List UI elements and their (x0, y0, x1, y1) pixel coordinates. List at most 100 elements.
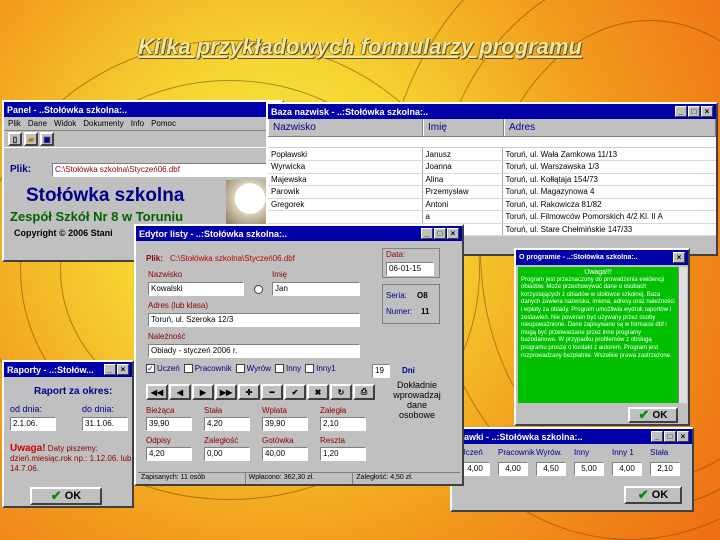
radio-button[interactable] (254, 285, 263, 294)
name-field[interactable]: Jan (272, 282, 360, 296)
column-surname[interactable]: Nazwisko (268, 119, 423, 136)
to-label: do dnia: (82, 404, 115, 414)
cell-address: Toruń, ul. Kołłątaja 154/73 (502, 173, 716, 186)
nav-button-2[interactable]: ▶ (192, 384, 214, 400)
check-icon: ✔ (638, 407, 650, 422)
reports-ok-button[interactable]: ✔ OK (30, 487, 102, 505)
table-row[interactable]: Majewska Alina Toruń, ul. Kołłątaja 154/73 (268, 173, 716, 186)
table-row[interactable]: Parowik Przemysław Toruń, ul. Magazynowa 4 (268, 185, 716, 199)
to-date-field[interactable]: 31.1.06. (82, 417, 128, 431)
table-row[interactable]: Popławski Janusz Toruń, ul. Wała Zamkowa 1… (268, 148, 716, 161)
file-label: Plik: (10, 164, 32, 175)
checkbox-box[interactable] (274, 364, 284, 373)
amount-field[interactable]: 1,20 (320, 447, 366, 461)
new-file-icon[interactable]: ▯ (8, 132, 22, 146)
from-date-field[interactable]: 2.1.06. (10, 417, 56, 431)
report-heading: Raport za okres: (34, 386, 113, 397)
close-icon[interactable]: × (701, 106, 713, 117)
nav-button-7[interactable]: ✖ (307, 384, 329, 400)
cell-surname: Popławski (268, 148, 423, 161)
menu-pomoc[interactable]: Pomoc (151, 119, 176, 128)
surname-field[interactable]: Kowalski (148, 282, 244, 296)
checkbox-2[interactable]: Wyrów (235, 364, 271, 373)
rate-label: Pracownik (498, 448, 535, 457)
checkbox-4[interactable]: Inny1 (305, 364, 336, 373)
rates-ok-button[interactable]: ✔ OK (624, 486, 682, 504)
menu-info[interactable]: Info (131, 119, 144, 128)
checkbox-box[interactable]: ✓ (146, 364, 155, 373)
table-row[interactable]: a Toruń, ul. Filmowców Pomorskich 4/2 Kl.… (268, 210, 716, 224)
checkbox-box[interactable] (235, 364, 245, 373)
about-ok-button[interactable]: ✔ OK (628, 407, 678, 423)
due-field[interactable]: Obiady - styczeń 2006 r. (148, 344, 360, 358)
amount-field[interactable]: 40,00 (262, 447, 308, 461)
checkbox-0[interactable]: ✓ Uczeń (146, 364, 180, 373)
minimize-icon[interactable]: _ (421, 228, 433, 239)
file-path-field[interactable]: C:\Stołówka szkolna\Styczeń06.dbf (52, 163, 274, 177)
title-bar: O programie - ..:Stołówka szkolna:.. × (516, 250, 688, 265)
nav-button-5[interactable]: ━ (261, 384, 283, 400)
checkbox-1[interactable]: Pracownik (183, 364, 232, 373)
slide-title: Kilka przykładowych formularzy programu (138, 34, 582, 59)
save-icon[interactable]: ▣ (40, 132, 54, 146)
checkbox-box[interactable] (305, 364, 315, 373)
date-field[interactable]: 06-01-15 (386, 262, 434, 276)
copyright: Copyright © 2006 Stani (14, 228, 113, 238)
rate-field[interactable]: 4,00 (498, 462, 528, 476)
minimize-icon[interactable]: _ (675, 106, 687, 117)
rate-field[interactable]: 4,00 (612, 462, 642, 476)
close-icon[interactable]: × (677, 431, 689, 442)
checkbox-3[interactable]: Inny (274, 364, 302, 373)
table-row[interactable]: Gregorek Antoni Toruń, ul. Rakowicza 81/82 (268, 198, 716, 211)
maximize-icon[interactable]: □ (664, 431, 676, 442)
rate-field[interactable]: 5,00 (574, 462, 604, 476)
rate-field[interactable]: 2,10 (650, 462, 680, 476)
cell-address: Toruń, ul. Filmowców Pomorskich 4/2 Kl. … (502, 210, 716, 224)
about-body: Program jest przeznaczony do prowadzenia… (521, 276, 675, 359)
about-scrollbar[interactable] (678, 267, 687, 403)
menu-plik[interactable]: Plik (8, 119, 21, 128)
amount-field[interactable]: 39,90 (146, 417, 192, 431)
checkbox-label: Inny (285, 364, 302, 373)
category-checkboxes: ✓ Uczeń Pracownik Wyrów Inny Inny1 (146, 364, 336, 373)
menu-dane[interactable]: Dane (28, 119, 47, 128)
menu-widok[interactable]: Widok (54, 119, 76, 128)
address-field[interactable]: Toruń, ul. Szeroka 12/3 (148, 313, 360, 327)
date-label: Data: (386, 250, 406, 259)
check-icon: ✔ (50, 488, 62, 503)
nav-button-8[interactable]: ↻ (330, 384, 352, 400)
nav-button-1[interactable]: ◀ (169, 384, 191, 400)
amount-label: Reszta (320, 436, 345, 445)
checkbox-box[interactable] (183, 364, 193, 373)
minimize-icon[interactable]: _ (104, 364, 116, 375)
column-address[interactable]: Adres (504, 119, 716, 136)
names-table: Popławski Janusz Toruń, ul. Wała Zamkowa 1… (268, 148, 716, 236)
amount-field[interactable]: 39,90 (262, 417, 308, 431)
close-icon[interactable]: × (117, 364, 129, 375)
nav-button-6[interactable]: ✔ (284, 384, 306, 400)
column-name[interactable]: Imię (423, 119, 504, 136)
table-row[interactable]: Wyrwicka Joanna Toruń, ul. Warszawska 1/3 (268, 160, 716, 174)
amount-field[interactable]: 0,00 (204, 447, 250, 461)
rate-label: Stała (650, 448, 669, 457)
maximize-icon[interactable]: □ (688, 106, 700, 117)
nav-button-4[interactable]: ✚ (238, 384, 260, 400)
close-icon[interactable]: × (447, 228, 459, 239)
amount-field[interactable]: 4,20 (204, 417, 250, 431)
amount-field[interactable]: 4,20 (146, 447, 192, 461)
cell-surname (268, 210, 423, 224)
days-field[interactable]: 19 (372, 364, 390, 378)
menu-dokumenty[interactable]: Dokumenty (83, 119, 123, 128)
nav-button-3[interactable]: ▶▶ (215, 384, 237, 400)
nav-button-0[interactable]: ◀◀ (146, 384, 168, 400)
rate-label: Inny 1 (612, 448, 634, 457)
about-heading: Uwaga!!! (584, 269, 612, 276)
minimize-icon[interactable]: _ (651, 431, 663, 442)
open-folder-icon[interactable]: ▰ (24, 132, 38, 146)
amount-field[interactable]: 2,10 (320, 417, 366, 431)
rate-field[interactable]: 4,00 (460, 462, 490, 476)
close-icon[interactable]: × (673, 252, 685, 263)
rate-field[interactable]: 4,50 (536, 462, 566, 476)
series-group: Seria: O8 Numer: 11 (382, 284, 440, 324)
maximize-icon[interactable]: □ (434, 228, 446, 239)
